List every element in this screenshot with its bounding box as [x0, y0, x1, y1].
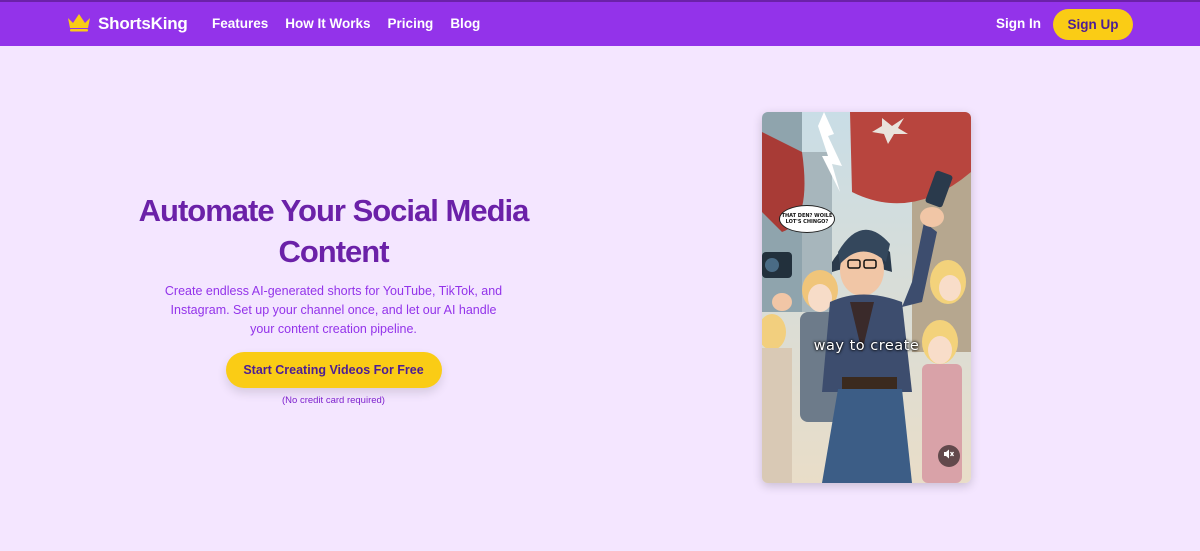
nav-link-features[interactable]: Features — [212, 16, 268, 31]
brand-logo[interactable]: ShortsKing — [66, 12, 188, 36]
top-navbar: ShortsKing Features How It Works Pricing… — [0, 0, 1200, 46]
hero-title-line1: Automate Your Social Media — [138, 193, 530, 228]
video-caption: way to create — [813, 338, 920, 354]
no-credit-card-note: (No credit card required) — [282, 395, 385, 406]
crown-icon — [66, 12, 92, 37]
nav-link-blog[interactable]: Blog — [450, 16, 480, 31]
video-preview[interactable]: THAT DEN? WOILE LOT'S CHINGO? way to cre… — [762, 112, 971, 483]
nav-link-pricing[interactable]: Pricing — [388, 16, 434, 31]
speech-bubble: THAT DEN? WOILE LOT'S CHINGO? — [779, 205, 835, 233]
hero-subtitle: Create endless AI-generated shorts for Y… — [164, 284, 503, 336]
hero-section: Automate Your Social Media Content Creat… — [100, 190, 567, 406]
sign-in-link[interactable]: Sign In — [996, 16, 1041, 31]
start-creating-button[interactable]: Start Creating Videos For Free — [225, 352, 442, 388]
hero-title-line2: Content — [278, 234, 389, 269]
nav-link-how-it-works[interactable]: How It Works — [285, 16, 370, 31]
mute-icon — [943, 447, 955, 465]
nav-links: Features How It Works Pricing Blog — [212, 16, 480, 31]
video-frame-illustration — [762, 112, 971, 483]
brand-name: ShortsKing — [98, 14, 188, 33]
mute-button[interactable] — [938, 445, 960, 467]
sign-up-button[interactable]: Sign Up — [1053, 9, 1133, 40]
hero-title: Automate Your Social Media Content — [100, 190, 567, 272]
